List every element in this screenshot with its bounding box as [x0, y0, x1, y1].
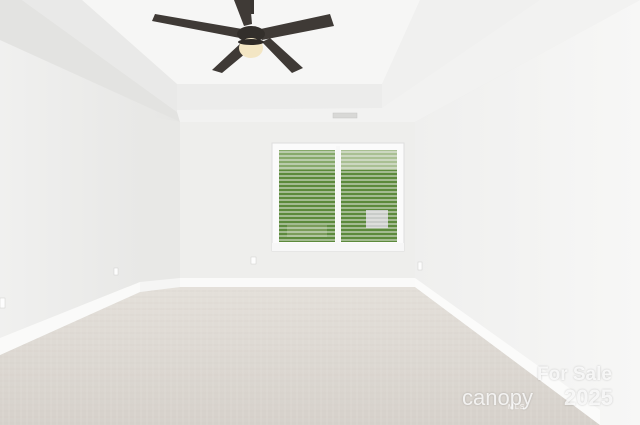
- outlet-right: [417, 261, 423, 271]
- empty-room-photo: For Sale canopy MLS 2025: [0, 0, 640, 425]
- watermark-mls: MLS: [508, 404, 526, 411]
- outlet-far-left: [0, 297, 6, 309]
- tray-band-front: [177, 84, 382, 110]
- baseboard-back: [180, 278, 415, 287]
- room-illustration: [0, 0, 640, 425]
- watermark-year: 2025: [564, 385, 613, 410]
- left-column: [140, 115, 180, 292]
- air-vent: [332, 112, 358, 119]
- outlet-back: [250, 256, 257, 265]
- watermark-for-sale: For Sale: [537, 364, 612, 385]
- window: [271, 142, 405, 252]
- outlet-left: [113, 267, 119, 276]
